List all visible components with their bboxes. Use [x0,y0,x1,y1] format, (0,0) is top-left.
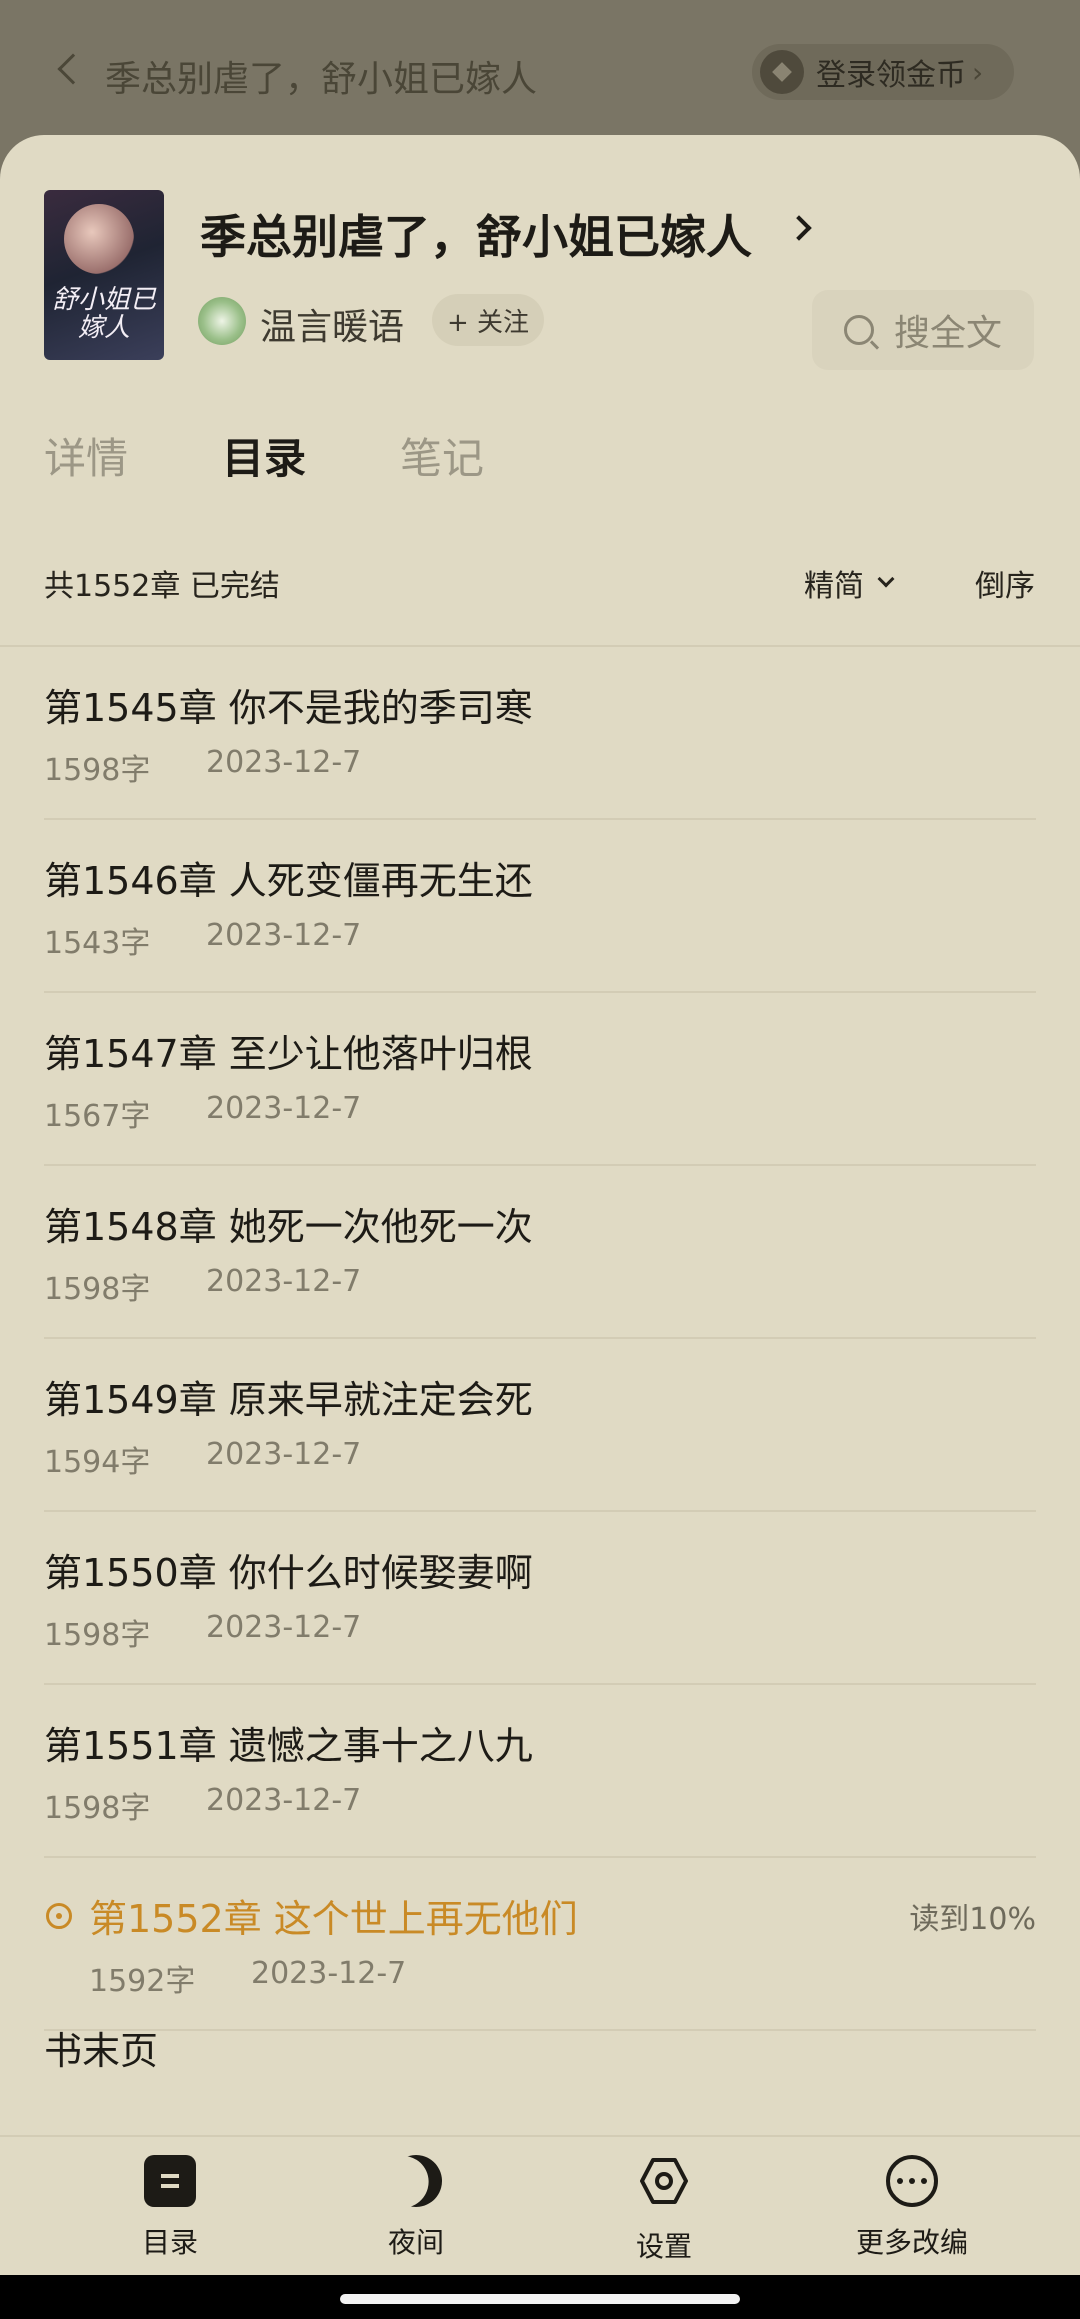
chapter-title: 第1547章 至少让他落叶归根 [44,1032,533,1076]
author-avatar[interactable] [198,297,246,345]
nav-more-adaptations[interactable]: 更多改编 [812,2155,1012,2261]
reading-progress: 读到10% [909,1902,1036,1937]
chapter-word-count: 1567字 [44,1099,151,1134]
nav-night-mode[interactable]: 夜间 [316,2155,516,2261]
catalog-sheet: 舒小姐已嫁人 季总别虐了，舒小姐已嫁人 温言暖语 + 关注 搜全文 详情 目录 … [0,135,1080,2275]
chapter-word-count: 1598字 [44,753,151,788]
follow-button[interactable]: + 关注 [432,294,544,346]
tab-catalog[interactable]: 目录 [222,425,306,485]
chapter-date: 2023-12-7 [251,1956,407,1991]
chapter-title: 第1546章 人死变僵再无生还 [44,859,533,903]
chapter-word-count: 1598字 [44,1618,151,1653]
tab-notes[interactable]: 笔记 [400,425,484,485]
edition-dropdown[interactable]: 精简 [804,561,895,605]
chapter-date: 2023-12-7 [206,1610,362,1645]
search-full-text-button[interactable]: 搜全文 [812,290,1034,370]
chevron-right-icon[interactable] [786,215,812,241]
chevron-down-icon [877,570,895,588]
tab-details[interactable]: 详情 [44,425,128,485]
chapter-row[interactable]: 第1548章 她死一次他死一次 1598字 2023-12-7 [44,1166,1036,1339]
chapter-word-count: 1543字 [44,926,151,961]
chapter-word-count: 1592字 [89,1964,196,1999]
book-cover[interactable]: 舒小姐已嫁人 [44,190,164,360]
chapter-title: 第1552章 这个世上再无他们 [89,1897,578,1941]
chapter-summary: 共1552章 已完结 [44,569,280,604]
home-indicator[interactable] [340,2294,740,2304]
chapter-row[interactable]: 第1550章 你什么时候娶妻啊 1598字 2023-12-7 [44,1512,1036,1685]
chapter-title: 第1550章 你什么时候娶妻啊 [44,1551,533,1595]
edition-label: 精简 [804,569,864,604]
bottom-nav: 目录 夜间 设置 更多改编 [0,2135,1080,2275]
chapter-word-count: 1598字 [44,1791,151,1826]
locate-icon [46,1903,72,1929]
chapter-row[interactable]: 第1546章 人死变僵再无生还 1543字 2023-12-7 [44,820,1036,993]
more-icon [886,2155,938,2207]
book-end-page[interactable]: 书末页 [44,2020,158,2075]
chapter-date: 2023-12-7 [206,1091,362,1126]
login-coin-label: 登录领金币 [816,58,966,93]
chapter-title: 第1548章 她死一次他死一次 [44,1205,533,1249]
nav-catalog[interactable]: 目录 [70,2155,270,2261]
toc-icon [144,2155,196,2207]
moon-icon [380,2145,451,2216]
chapter-date: 2023-12-7 [206,1264,362,1299]
chevron-right-icon: › [972,55,984,89]
back-icon[interactable] [57,53,89,85]
chapter-date: 2023-12-7 [206,745,362,780]
book-title[interactable]: 季总别虐了，舒小姐已嫁人 [200,201,752,267]
search-icon [844,315,874,345]
chapter-row[interactable]: 第1549章 原来早就注定会死 1594字 2023-12-7 [44,1339,1036,1512]
chapter-row[interactable]: 第1545章 你不是我的季司寒 1598字 2023-12-7 [44,647,1036,820]
nav-settings[interactable]: 设置 [564,2155,764,2265]
search-label: 搜全文 [894,313,1003,354]
login-coin-button[interactable]: 登录领金币 › [752,44,1014,100]
chapter-row-current[interactable]: 第1552章 这个世上再无他们 读到10% 1592字 2023-12-7 [44,1858,1036,2031]
chapter-word-count: 1594字 [44,1445,151,1480]
chapter-date: 2023-12-7 [206,1437,362,1472]
chapter-title: 第1551章 遗憾之事十之八九 [44,1724,533,1768]
author-name[interactable]: 温言暖语 [260,298,404,350]
chapter-date: 2023-12-7 [206,918,362,953]
chapter-word-count: 1598字 [44,1272,151,1307]
chapter-row[interactable]: 第1547章 至少让他落叶归根 1567字 2023-12-7 [44,993,1036,1166]
tab-bar: 详情 目录 笔记 [44,425,578,485]
nav-label: 更多改编 [855,2226,968,2259]
nav-label: 目录 [141,2226,198,2259]
chapter-row[interactable]: 第1551章 遗憾之事十之八九 1598字 2023-12-7 [44,1685,1036,1858]
chapter-list: 第1545章 你不是我的季司寒 1598字 2023-12-7 第1546章 人… [44,647,1036,2031]
chapter-title: 第1545章 你不是我的季司寒 [44,686,533,730]
chapter-date: 2023-12-7 [206,1783,362,1818]
sort-toggle[interactable]: 倒序 [975,561,1035,605]
coin-icon [760,50,804,94]
reader-book-title: 季总别虐了，舒小姐已嫁人 [105,59,538,100]
nav-label: 夜间 [387,2226,444,2259]
settings-icon [640,2158,688,2204]
nav-label: 设置 [635,2230,692,2263]
cover-title: 舒小姐已嫁人 [51,285,156,343]
chapter-title: 第1549章 原来早就注定会死 [44,1378,533,1422]
